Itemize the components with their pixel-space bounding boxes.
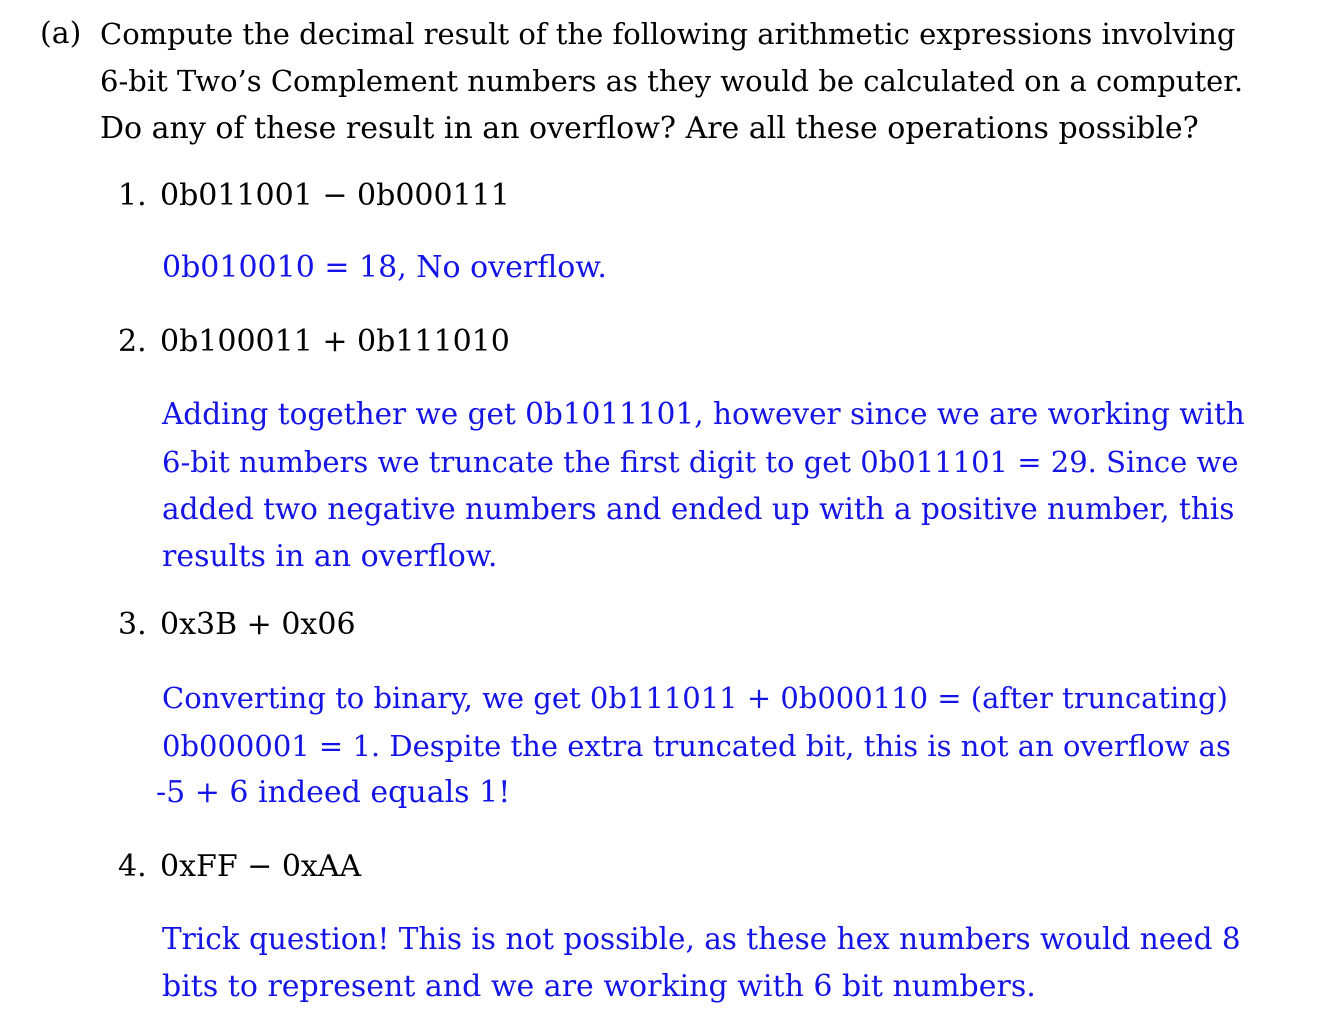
question-line: Do any of these result in an overflow? A… bbox=[100, 111, 1199, 146]
answer-line: results in an overflow. bbox=[162, 539, 498, 574]
item-number: 3. bbox=[118, 607, 147, 642]
item-number: 4. bbox=[118, 849, 147, 884]
item-expression: 0b100011 + 0b111010 bbox=[160, 324, 510, 359]
item-expression: 0xFF − 0xAA bbox=[160, 849, 362, 884]
answer-line: 0b000001 = 1. Despite the extra truncate… bbox=[162, 729, 1231, 763]
answer-line: Adding together we get 0b1011101, howeve… bbox=[162, 397, 1245, 431]
item-expression: 0b011001 − 0b000111 bbox=[160, 178, 510, 213]
answer-line: added two negative numbers and ended up … bbox=[162, 492, 1235, 526]
answer-line: bits to represent and we are working wit… bbox=[162, 969, 1036, 1004]
question-line: 6-bit Two’s Complement numbers as they w… bbox=[100, 64, 1244, 98]
answer-line: Trick question! This is not possible, as… bbox=[162, 922, 1241, 956]
answer-line: 6-bit numbers we truncate the first digi… bbox=[162, 445, 1239, 479]
item-number: 1. bbox=[118, 178, 147, 213]
answer-line: -5 + 6 indeed equals 1! bbox=[156, 775, 511, 810]
question-label: (a) bbox=[40, 16, 82, 51]
question-line: Compute the decimal result of the follow… bbox=[100, 17, 1236, 51]
item-expression: 0x3B + 0x06 bbox=[160, 607, 356, 642]
answer-line: 0b010010 = 18, No overflow. bbox=[162, 250, 607, 285]
answer-line: Converting to binary, we get 0b111011 + … bbox=[162, 681, 1228, 715]
item-number: 2. bbox=[118, 324, 147, 359]
